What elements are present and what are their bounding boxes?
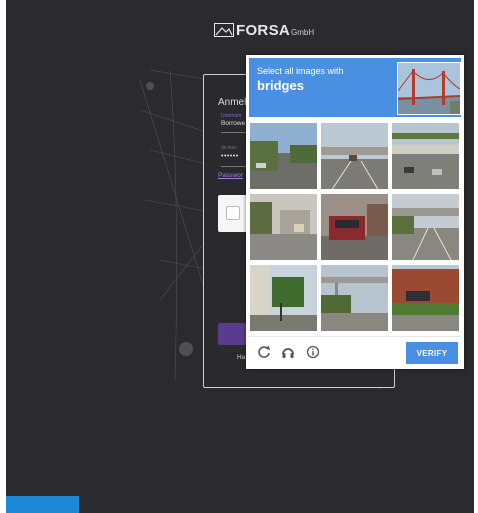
sample-bridge-image bbox=[397, 62, 461, 115]
logo-text: FORSA bbox=[236, 21, 290, 39]
login-button[interactable] bbox=[218, 323, 248, 345]
captcha-image-grid bbox=[249, 122, 461, 332]
captcha-keyword: bridges bbox=[257, 78, 304, 93]
verify-button[interactable]: VERIFY bbox=[406, 342, 458, 364]
password-label: de leer bbox=[221, 145, 237, 151]
recaptcha-checkbox[interactable] bbox=[226, 206, 240, 220]
captcha-challenge: Select all images with bridges VERIFY bbox=[246, 55, 464, 369]
captcha-prompt: Select all images with bbox=[257, 66, 344, 76]
logo-suffix: GmbH bbox=[291, 27, 315, 37]
help-text: Ha bbox=[237, 354, 246, 361]
brand-logo: FORSA GmbH bbox=[214, 20, 314, 40]
forgot-password-link[interactable]: Passwor bbox=[218, 172, 243, 179]
captcha-header: Select all images with bridges bbox=[249, 58, 461, 117]
captcha-tile-4[interactable] bbox=[249, 193, 318, 261]
info-icon[interactable] bbox=[306, 345, 320, 359]
recaptcha-widget bbox=[218, 195, 248, 232]
taskbar-button[interactable] bbox=[6, 496, 79, 513]
captcha-tile-7[interactable] bbox=[249, 264, 318, 332]
headphones-icon[interactable] bbox=[281, 345, 295, 359]
captcha-footer: VERIFY bbox=[249, 336, 461, 367]
captcha-tile-8[interactable] bbox=[320, 264, 389, 332]
captcha-tile-9[interactable] bbox=[391, 264, 460, 332]
captcha-tile-6[interactable] bbox=[391, 193, 460, 261]
captcha-tile-1[interactable] bbox=[249, 122, 318, 190]
logo-mountain-icon bbox=[214, 23, 234, 37]
password-field[interactable]: •••••• bbox=[221, 153, 239, 160]
username-field[interactable]: Borrowe bbox=[221, 120, 245, 127]
username-label: Usernam bbox=[221, 113, 242, 119]
reload-icon[interactable] bbox=[257, 345, 271, 359]
captcha-tile-3[interactable] bbox=[391, 122, 460, 190]
captcha-tile-5[interactable] bbox=[320, 193, 389, 261]
captcha-tile-2[interactable] bbox=[320, 122, 389, 190]
